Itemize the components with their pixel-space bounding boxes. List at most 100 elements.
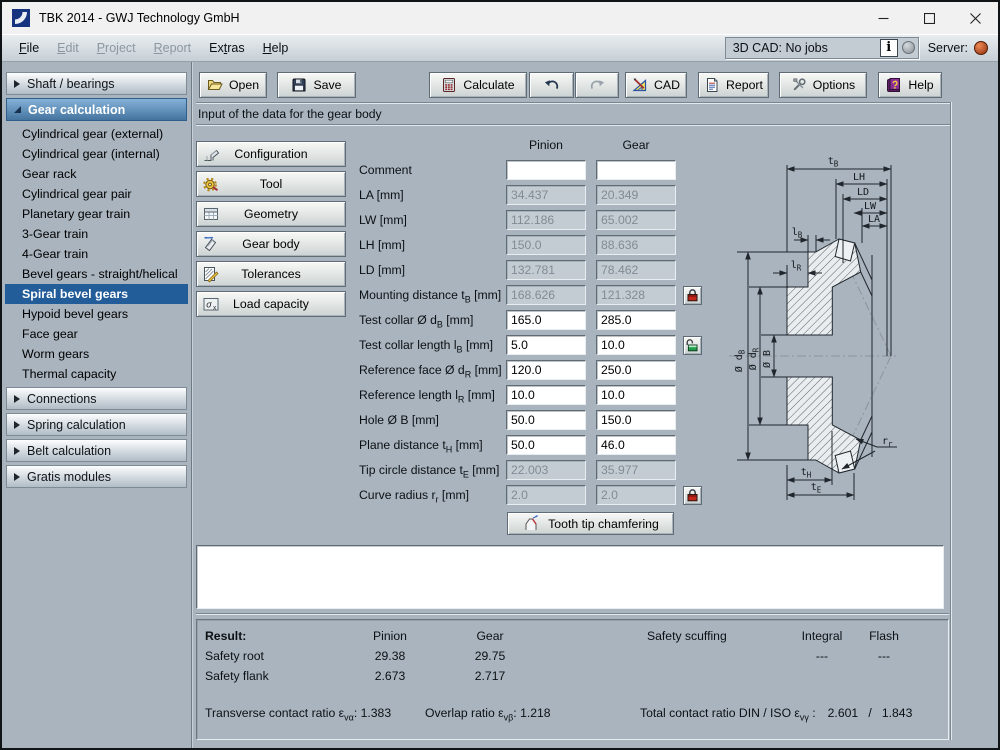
field-hole-diameter-gear[interactable] — [596, 410, 676, 430]
field-test-collar-diameter-gear[interactable] — [596, 310, 676, 330]
sidebar-item-gear-rack[interactable]: Gear rack — [5, 164, 188, 184]
cad-status-indicator — [902, 41, 915, 54]
sidebar-item-3-gear-train[interactable]: 3-Gear train — [5, 224, 188, 244]
sidebar-item-bevel-gears-straight-helical[interactable]: Bevel gears - straight/helical — [5, 264, 188, 284]
sidebar-section-label: Shaft / bearings — [27, 77, 115, 91]
nav-load-capacity-button[interactable]: σxLoad capacity — [196, 291, 346, 317]
cad-status-box: 3D CAD: No jobs i — [725, 37, 919, 59]
field-tip-circle-distance-gear — [596, 460, 676, 480]
menu-report[interactable]: Report — [145, 41, 201, 55]
sidebar-section-connections[interactable]: Connections — [6, 387, 187, 410]
menu-file[interactable]: File — [10, 41, 48, 55]
field-test-collar-length-gear[interactable] — [596, 335, 676, 355]
sidebar-item-cylindrical-gear-internal[interactable]: Cylindrical gear (internal) — [5, 144, 188, 164]
test-collar-top — [835, 239, 855, 261]
label-ld: LD [mm] — [359, 260, 405, 280]
sidebar-item-4-gear-train[interactable]: 4-Gear train — [5, 244, 188, 264]
divider — [196, 124, 950, 126]
close-button[interactable] — [952, 2, 998, 34]
sidebar-item-thermal-capacity[interactable]: Thermal capacity — [5, 364, 188, 384]
dim-label-lR: lR — [791, 260, 802, 273]
minimize-icon — [878, 13, 889, 24]
maximize-button[interactable] — [906, 2, 952, 34]
minimize-button[interactable] — [860, 2, 906, 34]
sidebar-item-face-gear[interactable]: Face gear — [5, 324, 188, 344]
result-row-label-safety-root: Safety root — [205, 649, 264, 663]
field-lh-pinion — [506, 235, 586, 255]
lock-curve-radius-locked-button[interactable] — [683, 486, 702, 505]
toolbar-help-button[interactable]: Help — [878, 72, 942, 98]
nav-tool-button[interactable]: Tool — [196, 171, 346, 197]
label-comment: Comment — [359, 160, 412, 180]
label-reference-length: Reference length lR [mm] — [359, 385, 495, 405]
tool-icon-wrap — [202, 175, 220, 193]
cad-status-text: 3D CAD: No jobs — [733, 41, 880, 55]
app-icon — [12, 9, 30, 27]
toolbar-redo-button[interactable] — [575, 72, 619, 98]
tooth-tip-chamfering-button[interactable]: Tooth tip chamfering — [507, 512, 674, 535]
result-title: Result: — [205, 629, 246, 643]
field-reference-face-diameter-pinion[interactable] — [506, 360, 586, 380]
nav-gear-body-label: Gear body — [242, 237, 299, 251]
undo-icon — [544, 77, 560, 93]
field-curve-radius-gear — [596, 485, 676, 505]
config-icon-wrap — [202, 145, 220, 163]
field-hole-diameter-pinion[interactable] — [506, 410, 586, 430]
svg-text:σ: σ — [206, 300, 212, 310]
field-ld-pinion — [506, 260, 586, 280]
toolbar-options-button[interactable]: Options — [779, 72, 867, 98]
field-reference-face-diameter-gear[interactable] — [596, 360, 676, 380]
sidebar-item-hypoid-bevel-gears[interactable]: Hypoid bevel gears — [5, 304, 188, 324]
geometry-icon-wrap — [202, 205, 220, 223]
cad-info-button[interactable]: i — [880, 39, 898, 57]
label-test-collar-length: Test collar length lB [mm] — [359, 335, 493, 355]
menu-bar: FileEditProjectReportExtrasHelp 3D CAD: … — [2, 34, 998, 62]
label-curve-radius: Curve radius rr [mm] — [359, 485, 469, 505]
toolbar-save-label: Save — [313, 78, 341, 92]
field-comment-gear[interactable] — [596, 160, 676, 180]
main-panel: OpenSaveCalculateCADReportOptionsHelp In… — [192, 62, 998, 748]
window-title: TBK 2014 - GWJ Technology GmbH — [39, 11, 240, 25]
menu-edit[interactable]: Edit — [48, 41, 88, 55]
toolbar-help-label: Help — [908, 78, 933, 92]
sidebar-item-worm-gears[interactable]: Worm gears — [5, 344, 188, 364]
toolbar-save-button[interactable]: Save — [277, 72, 356, 98]
lock-test-collar-length-unlocked-button[interactable] — [683, 336, 702, 355]
toolbar-report-button[interactable]: Report — [698, 72, 769, 98]
message-area[interactable] — [196, 545, 944, 609]
nav-configuration-button[interactable]: Configuration — [196, 141, 346, 167]
sidebar-item-cylindrical-gear-pair[interactable]: Cylindrical gear pair — [5, 184, 188, 204]
sidebar-section-spring-calculation[interactable]: Spring calculation — [6, 413, 187, 436]
sidebar-item-planetary-gear-train[interactable]: Planetary gear train — [5, 204, 188, 224]
menu-project[interactable]: Project — [88, 41, 145, 55]
menu-extras[interactable]: Extras — [200, 41, 253, 55]
sidebar-item-cylindrical-gear-external[interactable]: Cylindrical gear (external) — [5, 124, 188, 144]
toolbar-cad-button[interactable]: CAD — [625, 72, 687, 98]
toolbar-undo-button[interactable] — [529, 72, 574, 98]
toolbar-open-button[interactable]: Open — [199, 72, 267, 98]
lock-mounting-distance-locked-button[interactable] — [683, 286, 702, 305]
sidebar-section-gratis-modules[interactable]: Gratis modules — [6, 465, 187, 488]
toolbar-calc-button[interactable]: Calculate — [429, 72, 527, 98]
field-comment-pinion[interactable] — [506, 160, 586, 180]
field-la-pinion — [506, 185, 586, 205]
field-plane-distance-pinion[interactable] — [506, 435, 586, 455]
sidebar-item-spiral-bevel-gears[interactable]: Spiral bevel gears — [5, 284, 188, 304]
field-tip-circle-distance-pinion — [506, 460, 586, 480]
sidebar-item-list: Cylindrical gear (external)Cylindrical g… — [5, 124, 188, 384]
geometry-icon — [202, 205, 220, 223]
test-collar-bottom — [835, 451, 855, 473]
nav-geometry-button[interactable]: Geometry — [196, 201, 346, 227]
result-safety-root-gear: 29.75 — [460, 649, 520, 663]
sidebar-section-gear-calculation[interactable]: Gear calculation — [6, 98, 187, 121]
sidebar-section-shaft-bearings[interactable]: Shaft / bearings — [6, 72, 187, 95]
field-reference-length-gear[interactable] — [596, 385, 676, 405]
menu-help[interactable]: Help — [254, 41, 298, 55]
nav-tolerances-button[interactable]: Tolerances — [196, 261, 346, 287]
field-test-collar-length-pinion[interactable] — [506, 335, 586, 355]
field-reference-length-pinion[interactable] — [506, 385, 586, 405]
field-plane-distance-gear[interactable] — [596, 435, 676, 455]
sidebar-section-belt-calculation[interactable]: Belt calculation — [6, 439, 187, 462]
field-test-collar-diameter-pinion[interactable] — [506, 310, 586, 330]
nav-gear-body-button[interactable]: Gear body — [196, 231, 346, 257]
